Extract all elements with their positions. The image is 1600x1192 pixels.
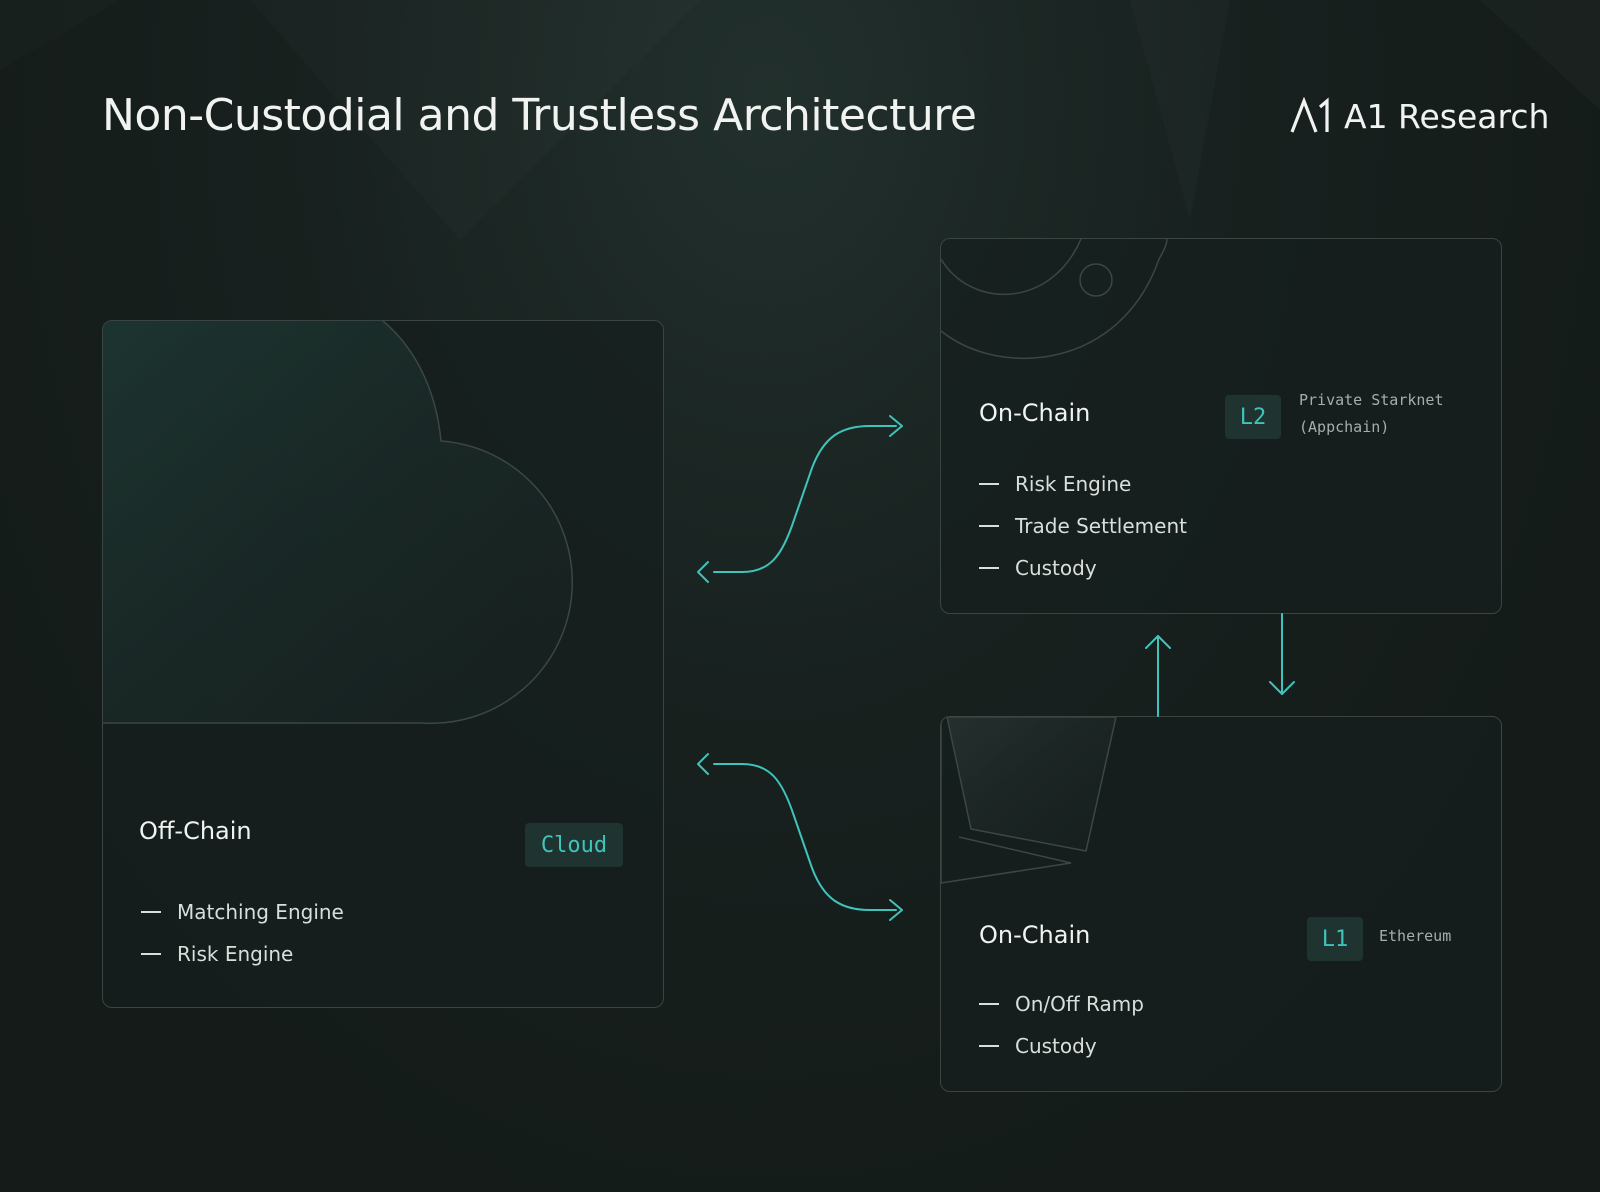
dash-icon (141, 911, 161, 913)
dash-icon (979, 567, 999, 569)
list-item-label: Custody (1015, 556, 1097, 580)
list-item-label: On/Off Ramp (1015, 992, 1144, 1016)
brand: A1 Research (1290, 94, 1549, 138)
list-item-label: Risk Engine (1015, 472, 1132, 496)
list-item: Custody (979, 1025, 1144, 1067)
dash-icon (141, 953, 161, 955)
brand-name: A1 Research (1344, 96, 1550, 136)
list-item-label: Trade Settlement (1015, 514, 1187, 538)
l1-tag: L1 (1307, 917, 1363, 961)
off-chain-title: Off-Chain (139, 817, 252, 845)
list-item: Custody (979, 547, 1187, 589)
list-item-label: Matching Engine (177, 900, 344, 924)
l1-title: On-Chain (979, 921, 1091, 949)
off-chain-card: Off-Chain Cloud Matching Engine Risk Eng… (102, 320, 664, 1008)
list-item: Risk Engine (141, 933, 344, 975)
list-item: Trade Settlement (979, 505, 1187, 547)
page-title: Non-Custodial and Trustless Architecture (102, 90, 977, 141)
list-item-label: Custody (1015, 1034, 1097, 1058)
l2-tag: L2 (1225, 395, 1281, 439)
cloud-tag: Cloud (525, 823, 623, 867)
l2-title: On-Chain (979, 399, 1091, 427)
l2-note-line: Private Starknet (1299, 391, 1444, 409)
l2-note-line: (Appchain) (1299, 418, 1390, 436)
l2-on-chain-card: On-Chain L2 Private Starknet (Appchain) … (940, 238, 1502, 614)
list-item-label: Risk Engine (177, 942, 294, 966)
dash-icon (979, 1045, 999, 1047)
l1-on-chain-card: On-Chain L1 Ethereum On/Off Ramp Custody (940, 716, 1502, 1092)
list-item: Matching Engine (141, 891, 344, 933)
dash-icon (979, 1003, 999, 1005)
l2-network-note: Private Starknet (Appchain) (1299, 387, 1444, 441)
dash-icon (979, 525, 999, 527)
l1-item-list: On/Off Ramp Custody (979, 983, 1144, 1067)
list-item: Risk Engine (979, 463, 1187, 505)
dash-icon (979, 483, 999, 485)
l2-item-list: Risk Engine Trade Settlement Custody (979, 463, 1187, 589)
a1-logo-icon (1290, 97, 1329, 133)
off-chain-item-list: Matching Engine Risk Engine (141, 891, 344, 975)
list-item: On/Off Ramp (979, 983, 1144, 1025)
l1-network-note: Ethereum (1379, 927, 1452, 945)
